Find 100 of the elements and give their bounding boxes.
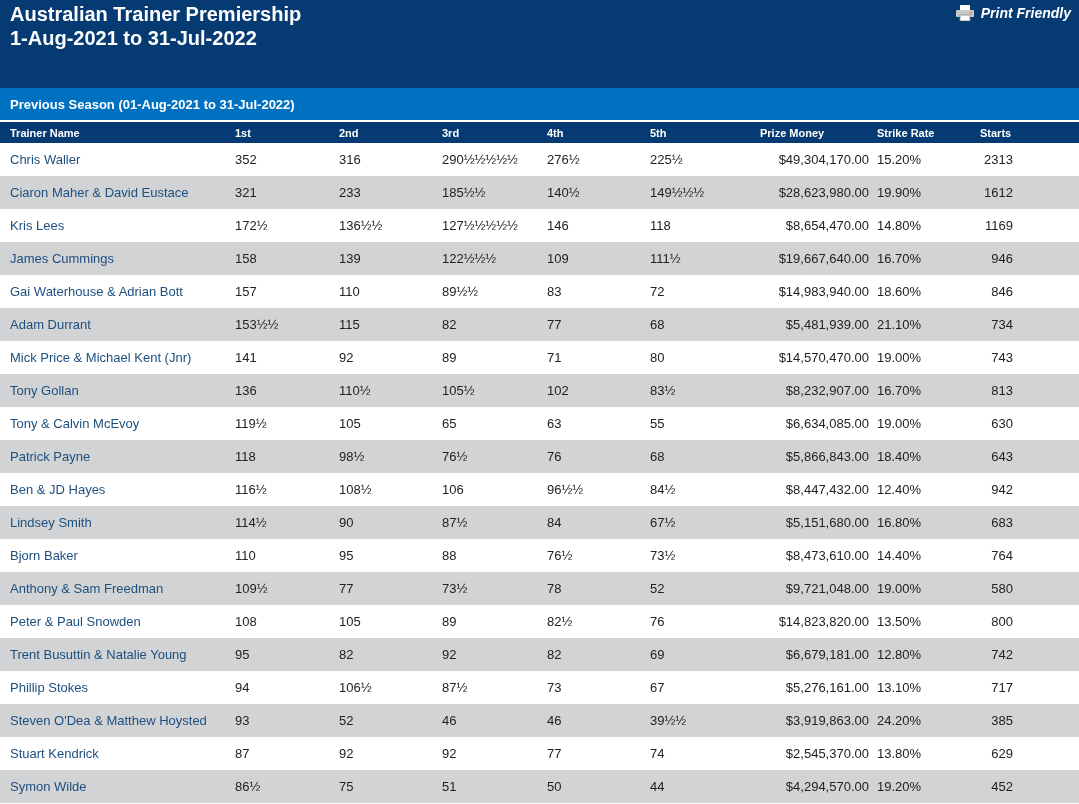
print-link[interactable]: Print Friendly (954, 5, 1071, 21)
table-cell: 19.20% (877, 779, 922, 794)
table-cell: 52 (339, 713, 354, 728)
table-cell: 80 (650, 350, 665, 365)
table-cell: 105 (339, 614, 361, 629)
page-title: 1-Aug-2021 to 31-Jul-2022 (10, 26, 258, 50)
table-cell: 12.40% (877, 482, 922, 497)
trainer-link[interactable]: Tony Gollan (10, 383, 79, 398)
table-cell: 50 (547, 779, 562, 794)
table-cell: 108 (235, 614, 257, 629)
trainer-link[interactable]: Adam Durrant (10, 317, 91, 332)
table-cell: 110 (339, 284, 360, 299)
table-cell: 136½½ (339, 218, 383, 233)
table-cell: 71 (547, 350, 562, 365)
trainer-link[interactable]: Patrick Payne (10, 449, 91, 464)
table-cell: $14,983,940.00 (778, 284, 869, 299)
table-cell: 24.20% (877, 713, 922, 728)
column-header[interactable]: 1st (235, 122, 339, 143)
trainer-link[interactable]: Mick Price & Michael Kent (Jnr) (10, 350, 192, 365)
trainer-link[interactable]: Peter & Paul Snowden (10, 614, 141, 629)
table-cell: 146 (547, 218, 569, 233)
table-cell: 19.00% (877, 416, 922, 431)
column-header[interactable]: 3rd (442, 122, 547, 143)
table-cell: $19,667,640.00 (778, 251, 869, 266)
table-cell: 86½ (235, 779, 261, 794)
table-cell: 109½ (235, 581, 268, 596)
trainer-link[interactable]: Bjorn Baker (10, 548, 78, 563)
table-cell: 39½½ (650, 713, 687, 728)
table-cell: $6,679,181.00 (785, 647, 869, 662)
table-cell: 19.00% (877, 350, 922, 365)
printer-icon (954, 5, 975, 21)
table-cell: 385 (991, 713, 1013, 728)
table-cell: 76½ (442, 449, 468, 464)
table-cell: 83½ (650, 383, 676, 398)
column-header[interactable]: 4th (547, 122, 650, 143)
table-cell: 95 (339, 548, 354, 563)
table-cell: $5,481,939.00 (785, 317, 869, 332)
table-cell: 95 (235, 647, 250, 662)
table-cell: 92 (442, 746, 457, 761)
table-cell: 89 (442, 350, 457, 365)
table-cell: $8,473,610.00 (785, 548, 869, 563)
table-cell: 106 (442, 482, 464, 497)
table-cell: 158 (235, 251, 257, 266)
table-cell: 93 (235, 713, 250, 728)
table-cell: 84½ (650, 482, 676, 497)
table-cell: 105 (339, 416, 361, 431)
trainer-link[interactable]: Stuart Kendrick (10, 746, 99, 761)
table-cell: 76 (547, 449, 562, 464)
trainer-link[interactable]: Kris Lees (10, 218, 65, 233)
table-cell: $6,634,085.00 (785, 416, 869, 431)
trainer-link[interactable]: Tony & Calvin McEvoy (10, 416, 140, 431)
table-cell: 96½½ (547, 482, 584, 497)
table-cell: 83 (547, 284, 562, 299)
table-cell: 127½½½½½ (442, 218, 518, 233)
trainer-link[interactable]: Phillip Stokes (10, 680, 89, 695)
table-cell: 46 (442, 713, 457, 728)
table-cell: 46 (547, 713, 562, 728)
table-cell: 290½½½½½ (442, 152, 518, 167)
table-cell: 13.50% (877, 614, 922, 629)
table-cell: 94 (235, 680, 250, 695)
table-cell: $14,570,470.00 (778, 350, 869, 365)
table-cell: 90 (339, 515, 354, 530)
table-cell: 68 (650, 449, 665, 464)
table-cell: 452 (991, 779, 1013, 794)
table-cell: 16.80% (877, 515, 922, 530)
table-cell: 2313 (984, 152, 1013, 167)
column-header[interactable]: Trainer Name (0, 122, 235, 143)
table-cell: $8,654,470.00 (785, 218, 869, 233)
table-cell: 172½ (235, 218, 268, 233)
table-cell: 141 (235, 350, 257, 365)
table-cell: 118 (235, 449, 256, 464)
table-cell: 800 (991, 614, 1013, 629)
table-cell: 55 (650, 416, 665, 431)
column-header[interactable]: 2nd (339, 122, 442, 143)
trainer-link[interactable]: Lindsey Smith (10, 515, 92, 530)
table-cell: 629 (991, 746, 1013, 761)
column-header[interactable]: Strike Rate (869, 122, 972, 143)
column-header[interactable]: 5th (650, 122, 760, 143)
table-cell: $5,866,843.00 (785, 449, 869, 464)
table-cell: 21.10% (877, 317, 922, 332)
table-cell: 52 (650, 581, 665, 596)
column-header[interactable]: Prize Money (760, 122, 869, 143)
table-cell: 88 (442, 548, 457, 563)
table-cell: 74 (650, 746, 665, 761)
table-cell: 580 (991, 581, 1013, 596)
table-cell: 77 (547, 317, 562, 332)
table-cell: 89½½ (442, 284, 479, 299)
table-cell: 98½ (339, 449, 365, 464)
table-cell: 118 (650, 218, 671, 233)
trainer-link[interactable]: Chris Waller (10, 152, 81, 167)
table-cell: $5,151,680.00 (785, 515, 869, 530)
table-cell: 276½ (547, 152, 580, 167)
table-cell: 110½ (339, 383, 371, 398)
table-cell: 316 (339, 152, 361, 167)
table-cell: 73 (547, 680, 562, 695)
trainer-link[interactable]: Gai Waterhouse & Adrian Bott (10, 284, 183, 299)
trainer-link[interactable]: Symon Wilde (10, 779, 87, 794)
page-title: Australian Trainer Premiership (10, 2, 302, 26)
column-header[interactable]: Starts (972, 122, 1079, 143)
trainer-link[interactable]: Ben & JD Hayes (10, 482, 106, 497)
